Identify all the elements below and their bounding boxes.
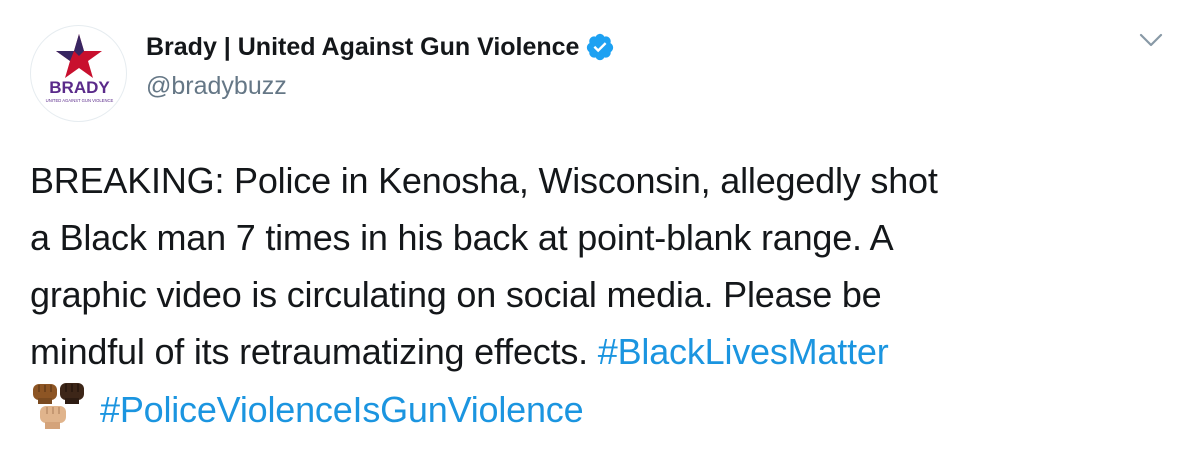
chevron-down-icon[interactable]: [1137, 30, 1165, 50]
tweet-text-line: BREAKING: Police in Kenosha, Wisconsin, …: [30, 160, 938, 201]
tweet-text: BREAKING: Police in Kenosha, Wisconsin, …: [30, 152, 1170, 437]
avatar[interactable]: BRADY UNITED AGAINST GUN VIOLENCE: [30, 25, 127, 122]
hashtag-link[interactable]: #BlackLivesMatter: [598, 331, 889, 372]
tweet-text-segment: mindful of its retraumatizing effects.: [30, 331, 598, 372]
hashtag-link[interactable]: #PoliceViolenceIsGunViolence: [100, 389, 584, 430]
display-name[interactable]: Brady | United Against Gun Violence: [146, 33, 579, 62]
brady-logo-icon: BRADY UNITED AGAINST GUN VIOLENCE: [46, 34, 114, 103]
logo-subtext: UNITED AGAINST GUN VIOLENCE: [46, 98, 114, 103]
tweet-text-line: mindful of its retraumatizing effects. #…: [30, 323, 1170, 380]
tweet-text-line: a Black man 7 times in his back at point…: [30, 217, 894, 258]
handle[interactable]: @bradybuzz: [146, 72, 287, 101]
logo-text: BRADY: [49, 78, 110, 97]
raised-fists-emoji-icon: [33, 383, 84, 429]
tweet-text-line: #PoliceViolenceIsGunViolence: [30, 380, 1170, 437]
tweet-card: BRADY UNITED AGAINST GUN VIOLENCE Brady …: [0, 0, 1198, 452]
verified-badge-icon: [587, 33, 614, 61]
author-name-row[interactable]: Brady | United Against Gun Violence: [146, 29, 615, 65]
tweet-text-line: graphic video is circulating on social m…: [30, 274, 882, 315]
